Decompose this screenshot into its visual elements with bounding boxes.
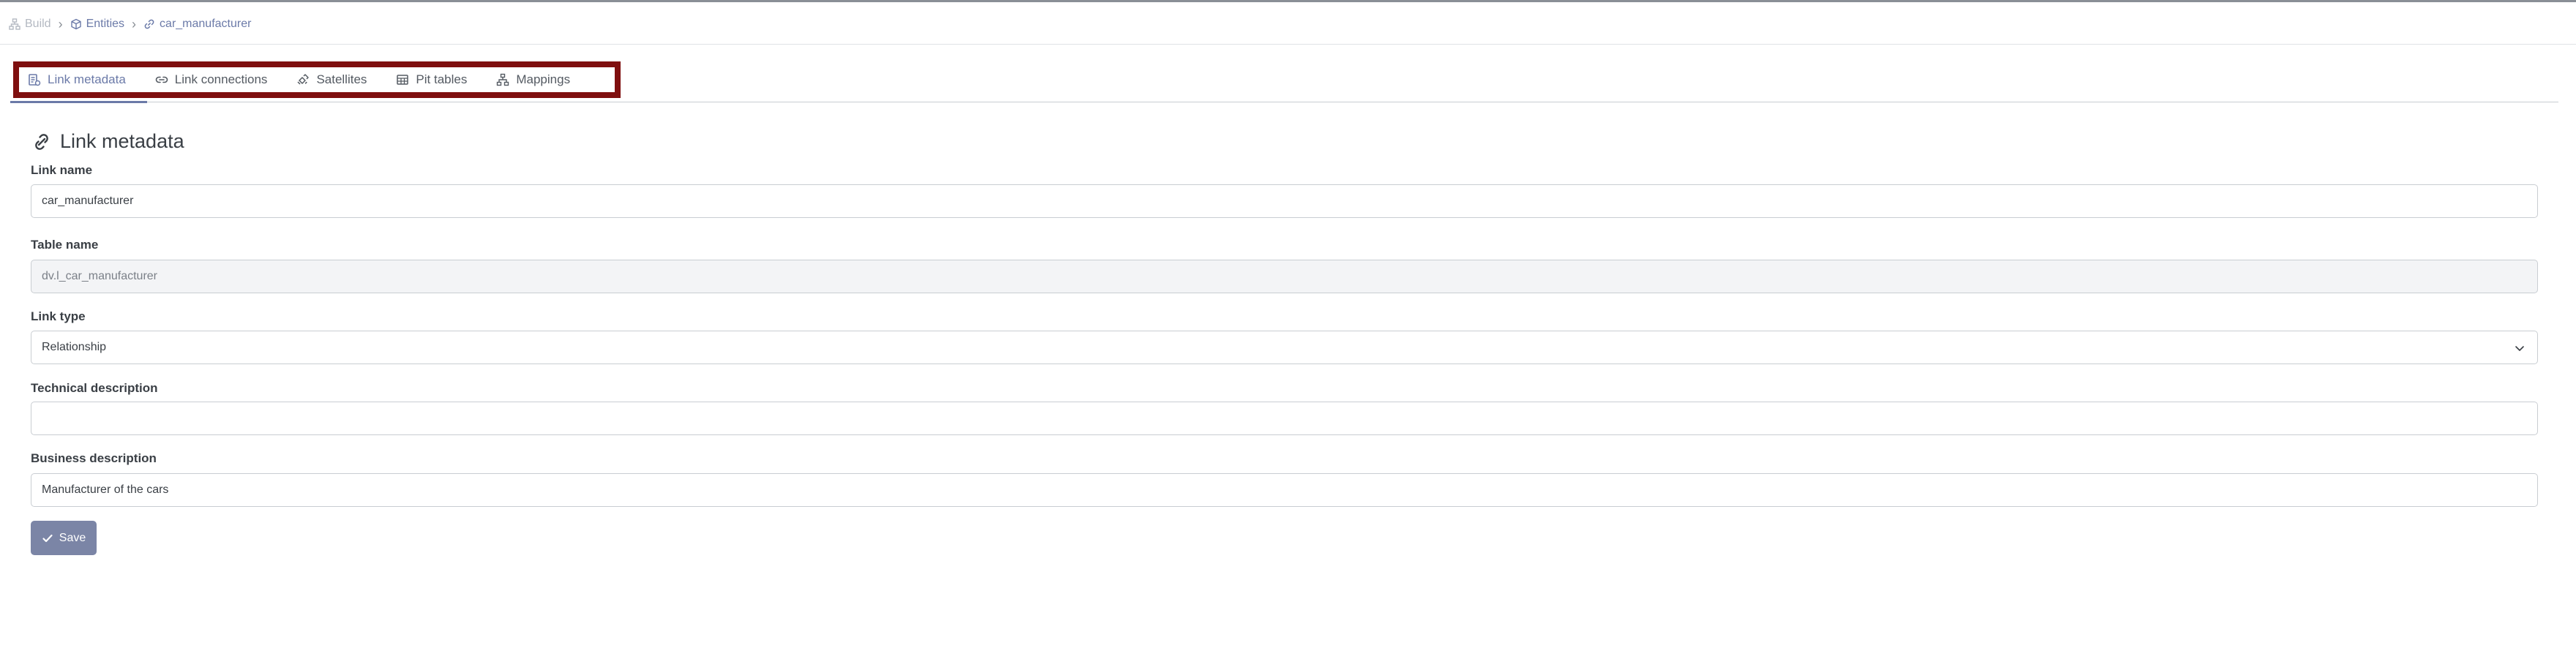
tab-label: Mappings [516, 72, 571, 86]
tab-link-connections[interactable]: Link connections [155, 67, 268, 92]
sitemap-icon [9, 18, 20, 30]
business-description-label: Business description [31, 451, 157, 465]
table-name-input: dv.l_car_manufacturer [31, 260, 2538, 293]
table-name-label: Table name [31, 238, 99, 252]
save-button[interactable]: Save [31, 521, 97, 555]
link-type-label: Link type [31, 309, 86, 323]
business-description-value: Manufacturer of the cars [42, 483, 169, 496]
tab-mappings[interactable]: Mappings [496, 67, 570, 92]
section-title-text: Link metadata [60, 130, 184, 152]
breadcrumb-item-current: car_manufacturer [143, 18, 251, 31]
breadcrumb: Build › Entities › car_manufacturer [9, 16, 251, 32]
tab-label: Link metadata [48, 72, 126, 86]
breadcrumb-label-build: Build [25, 18, 51, 30]
active-tab-indicator [10, 101, 147, 103]
table-name-value: dv.l_car_manufacturer [42, 270, 157, 282]
link-name-value: car_manufacturer [42, 195, 134, 207]
cube-icon [70, 18, 81, 30]
link-icon [144, 19, 154, 29]
link-type-select[interactable]: Relationship [31, 331, 2538, 364]
tab-label: Satellites [316, 72, 367, 86]
section-title: Link metadata [31, 130, 184, 153]
tab-label: Pit tables [416, 72, 468, 86]
technical-description-input[interactable] [31, 402, 2538, 435]
breadcrumb-separator: › [58, 17, 63, 31]
tab-pit-tables[interactable]: Pit tables [396, 67, 467, 92]
link-name-label: Link name [31, 163, 93, 177]
link-icon [155, 76, 168, 83]
breadcrumb-separator: › [132, 17, 137, 31]
sitemap-icon [497, 73, 509, 86]
check-icon [42, 534, 53, 542]
breadcrumb-item-entities[interactable]: Entities [70, 18, 124, 31]
technical-description-label: Technical description [31, 381, 158, 395]
breadcrumb-item-build: Build [9, 18, 51, 31]
breadcrumb-label-entities: Entities [86, 18, 125, 30]
breadcrumb-label-current: car_manufacturer [160, 18, 252, 30]
tab-label: Link connections [174, 72, 268, 86]
header-divider [0, 44, 2576, 45]
tab-link-metadata[interactable]: Link metadata [28, 67, 126, 92]
satellite-icon [297, 74, 310, 85]
business-description-input[interactable]: Manufacturer of the cars [31, 473, 2538, 507]
chevron-down-icon [2515, 346, 2524, 351]
metadata-icon [29, 74, 41, 86]
top-rule [0, 0, 2576, 2]
link-type-value: Relationship [42, 341, 107, 353]
tab-satellites[interactable]: Satellites [296, 67, 367, 92]
save-button-label: Save [59, 531, 86, 544]
link-icon [35, 133, 48, 150]
table-icon [397, 75, 409, 85]
link-name-input[interactable]: car_manufacturer [31, 184, 2538, 218]
tab-bar: Link metadata Link connections Satellite… [13, 61, 621, 98]
